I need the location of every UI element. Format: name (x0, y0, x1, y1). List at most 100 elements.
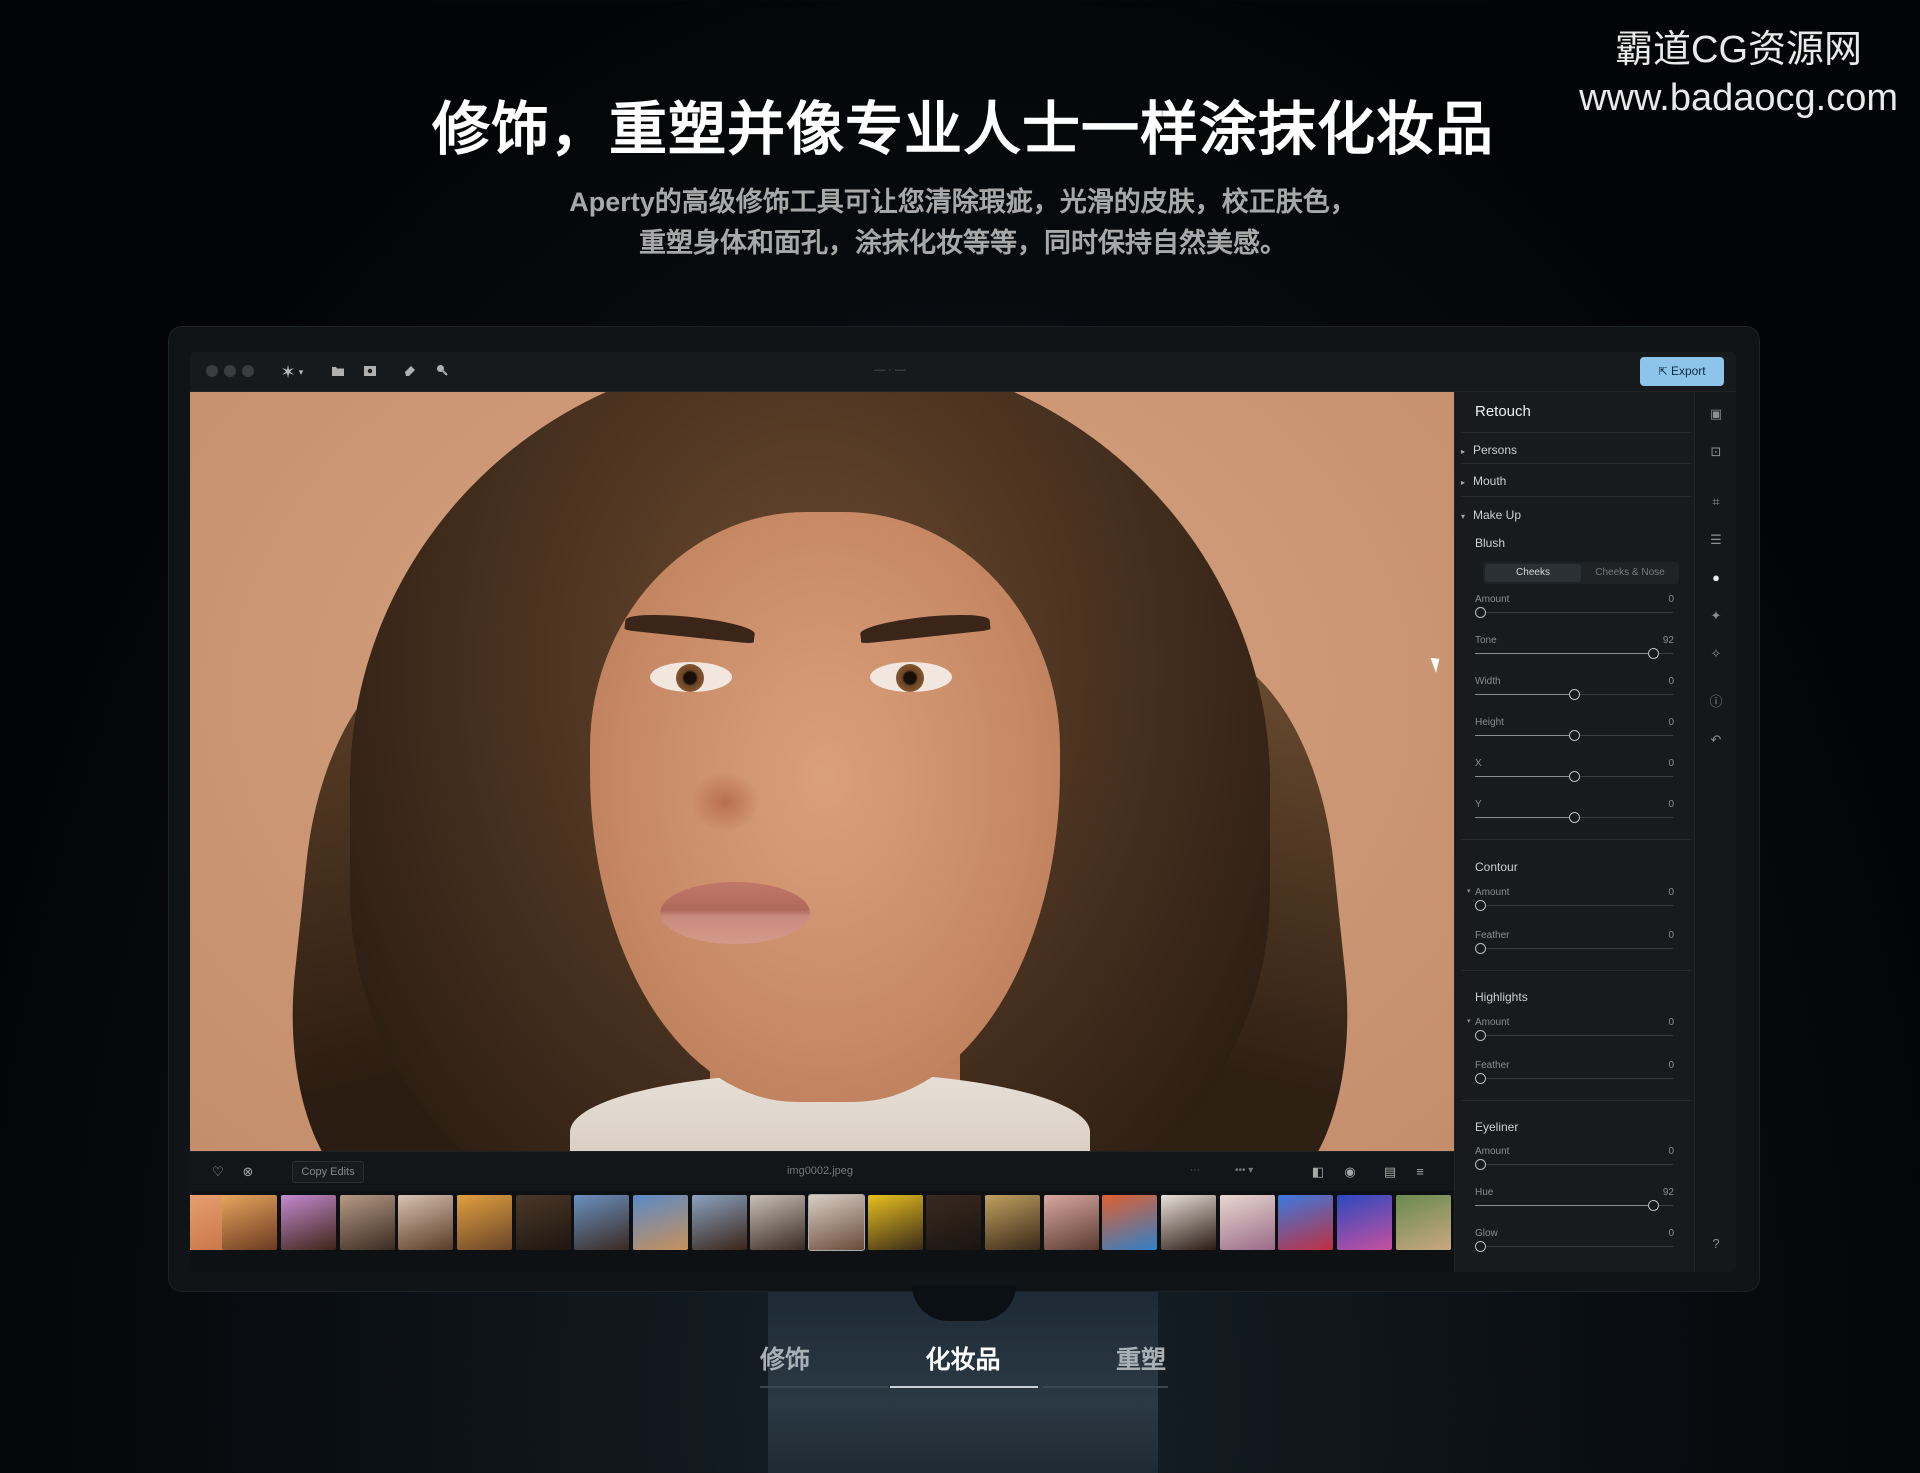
person-icon[interactable]: ● (1706, 568, 1726, 588)
filmstrip-thumb[interactable] (868, 1195, 923, 1250)
seg-cheeks[interactable]: Cheeks (1485, 564, 1581, 582)
slider-handle[interactable] (1475, 607, 1486, 618)
contour-feather-slider[interactable] (1475, 943, 1673, 954)
filmstrip-thumb[interactable] (457, 1195, 512, 1250)
filmstrip-thumb[interactable] (1278, 1195, 1333, 1250)
slider-handle[interactable] (1647, 648, 1659, 659)
filmstrip-thumb[interactable] (222, 1195, 277, 1250)
sort-lines-icon[interactable]: ≡ (1410, 1162, 1430, 1182)
chevron-down-icon[interactable]: ▾ (1467, 887, 1471, 895)
filmstrip-thumb[interactable] (1044, 1195, 1099, 1250)
viewer-bottom-bar: ♡ ⊗ Copy Edits img0002.jpeg ⋯ ••• ▾ ◧ ◉ … (190, 1151, 1454, 1191)
slider-handle[interactable] (1475, 1073, 1486, 1084)
filename-label: img0002.jpeg (786, 1165, 854, 1177)
slider-handle[interactable] (1475, 1030, 1486, 1041)
folder-icon[interactable] (328, 362, 348, 382)
filmstrip-icon[interactable]: ▤ (1380, 1162, 1400, 1182)
slider-handle[interactable] (1647, 1200, 1659, 1211)
adjust-icon[interactable]: ☰ (1706, 530, 1726, 550)
filmstrip-thumb[interactable] (1337, 1195, 1392, 1250)
app-window: ✶ ▾ — · — ⇱ Export ♡ ⊗ Copy Edits img000… (190, 352, 1736, 1272)
slider-handle[interactable] (1569, 730, 1580, 741)
filmstrip-thumb[interactable] (985, 1195, 1040, 1250)
window-zoom-dot[interactable] (242, 365, 254, 377)
chevron-right-icon: ▸ (1461, 478, 1466, 487)
highlights-amount-slider[interactable] (1475, 1030, 1673, 1041)
blush-x-slider[interactable] (1475, 771, 1673, 782)
help-icon[interactable]: ? (1706, 1234, 1726, 1254)
body-icon[interactable]: ✦ (1706, 606, 1726, 626)
filmstrip[interactable] (190, 1191, 1454, 1272)
filmstrip-thumb[interactable] (1161, 1195, 1216, 1250)
copy-edits-button[interactable]: Copy Edits (292, 1161, 364, 1183)
section-mouth[interactable]: ▸ Mouth (1461, 474, 1506, 488)
image-icon[interactable] (360, 362, 380, 382)
chevron-down-icon[interactable]: ▾ (1467, 1017, 1471, 1025)
info-icon[interactable]: ⓘ (1706, 692, 1726, 712)
filmstrip-thumb[interactable] (340, 1195, 395, 1250)
search-icon[interactable] (432, 362, 452, 382)
heart-icon[interactable]: ♡ (208, 1162, 228, 1182)
eraser-icon[interactable] (400, 362, 420, 382)
crop-icon[interactable]: ⌗ (1706, 492, 1726, 512)
blush-height-slider[interactable] (1475, 730, 1673, 741)
slider-handle[interactable] (1475, 900, 1486, 911)
divider (1461, 463, 1691, 464)
eyeliner-glow-slider[interactable] (1475, 1241, 1673, 1252)
sparkle-icon[interactable]: ✧ (1706, 644, 1726, 664)
filmstrip-thumb[interactable] (926, 1195, 981, 1250)
filmstrip-thumb[interactable] (1396, 1195, 1451, 1250)
filmstrip-thumb[interactable] (516, 1195, 571, 1250)
window-close-dot[interactable] (206, 365, 218, 377)
filmstrip-thumb[interactable] (633, 1195, 688, 1250)
filmstrip-thumb[interactable] (750, 1195, 805, 1250)
filmstrip-thumb[interactable] (281, 1195, 336, 1250)
section-persons-label: Persons (1473, 443, 1518, 457)
filmstrip-thumb[interactable] (1220, 1195, 1275, 1250)
slider-handle[interactable] (1569, 812, 1580, 823)
sort-dropdown-icon[interactable]: ••• ▾ (1235, 1165, 1253, 1176)
window-minimize-dot[interactable] (224, 365, 236, 377)
tab-underline (760, 1386, 888, 1388)
asterisk-icon[interactable]: ✶ (278, 362, 298, 382)
filmstrip-thumb[interactable] (692, 1195, 747, 1250)
tab-makeup[interactable]: 化妆品 (925, 1340, 1001, 1376)
filmstrip-thumb[interactable] (1102, 1195, 1157, 1250)
eyeliner-hue-slider[interactable] (1475, 1200, 1673, 1211)
layers-icon[interactable]: ▣ (1706, 404, 1726, 424)
eyeliner-title: Eyeliner (1475, 1120, 1519, 1134)
highlights-feather-slider[interactable] (1475, 1073, 1673, 1084)
chevron-down-icon[interactable]: ▾ (296, 362, 306, 382)
slider-handle[interactable] (1569, 771, 1580, 782)
select-icon[interactable]: ⊡ (1706, 442, 1726, 462)
export-button[interactable]: ⇱ Export (1640, 357, 1724, 386)
portrait-face (590, 512, 1060, 1102)
compare-icon[interactable]: ◧ (1308, 1162, 1328, 1182)
feature-tabs: 修饰 化妆品 重塑 (760, 1340, 1168, 1390)
blush-tone-slider[interactable] (1475, 648, 1673, 659)
blush-amount-slider[interactable] (1475, 607, 1673, 618)
slider-handle[interactable] (1475, 943, 1486, 954)
seg-cheeks-nose[interactable]: Cheeks & Nose (1583, 564, 1677, 582)
slider-handle[interactable] (1569, 689, 1580, 700)
contour-amount-slider[interactable] (1475, 900, 1673, 911)
reject-icon[interactable]: ⊗ (238, 1162, 258, 1182)
filmstrip-thumb-selected[interactable] (808, 1194, 865, 1251)
slider-handle[interactable] (1475, 1241, 1486, 1252)
blush-y-label: Y (1475, 799, 1482, 810)
tab-retouch[interactable]: 修饰 (760, 1340, 810, 1376)
filmstrip-thumb[interactable] (398, 1195, 453, 1250)
filmstrip-thumb[interactable] (574, 1195, 629, 1250)
eyeliner-amount-slider[interactable] (1475, 1159, 1673, 1170)
tab-reshape[interactable]: 重塑 (1115, 1340, 1167, 1376)
divider (1461, 496, 1691, 497)
eye-icon[interactable]: ◉ (1340, 1162, 1360, 1182)
blush-y-slider[interactable] (1475, 812, 1673, 823)
slider-handle[interactable] (1475, 1159, 1486, 1170)
blush-width-slider[interactable] (1475, 689, 1673, 700)
section-makeup[interactable]: ▾ Make Up (1461, 508, 1521, 522)
sort-label-icon[interactable]: ⋯ (1190, 1165, 1200, 1176)
section-persons[interactable]: ▸ Persons (1461, 443, 1517, 457)
undo-icon[interactable]: ↶ (1706, 730, 1726, 750)
photo-viewer[interactable] (190, 392, 1454, 1151)
